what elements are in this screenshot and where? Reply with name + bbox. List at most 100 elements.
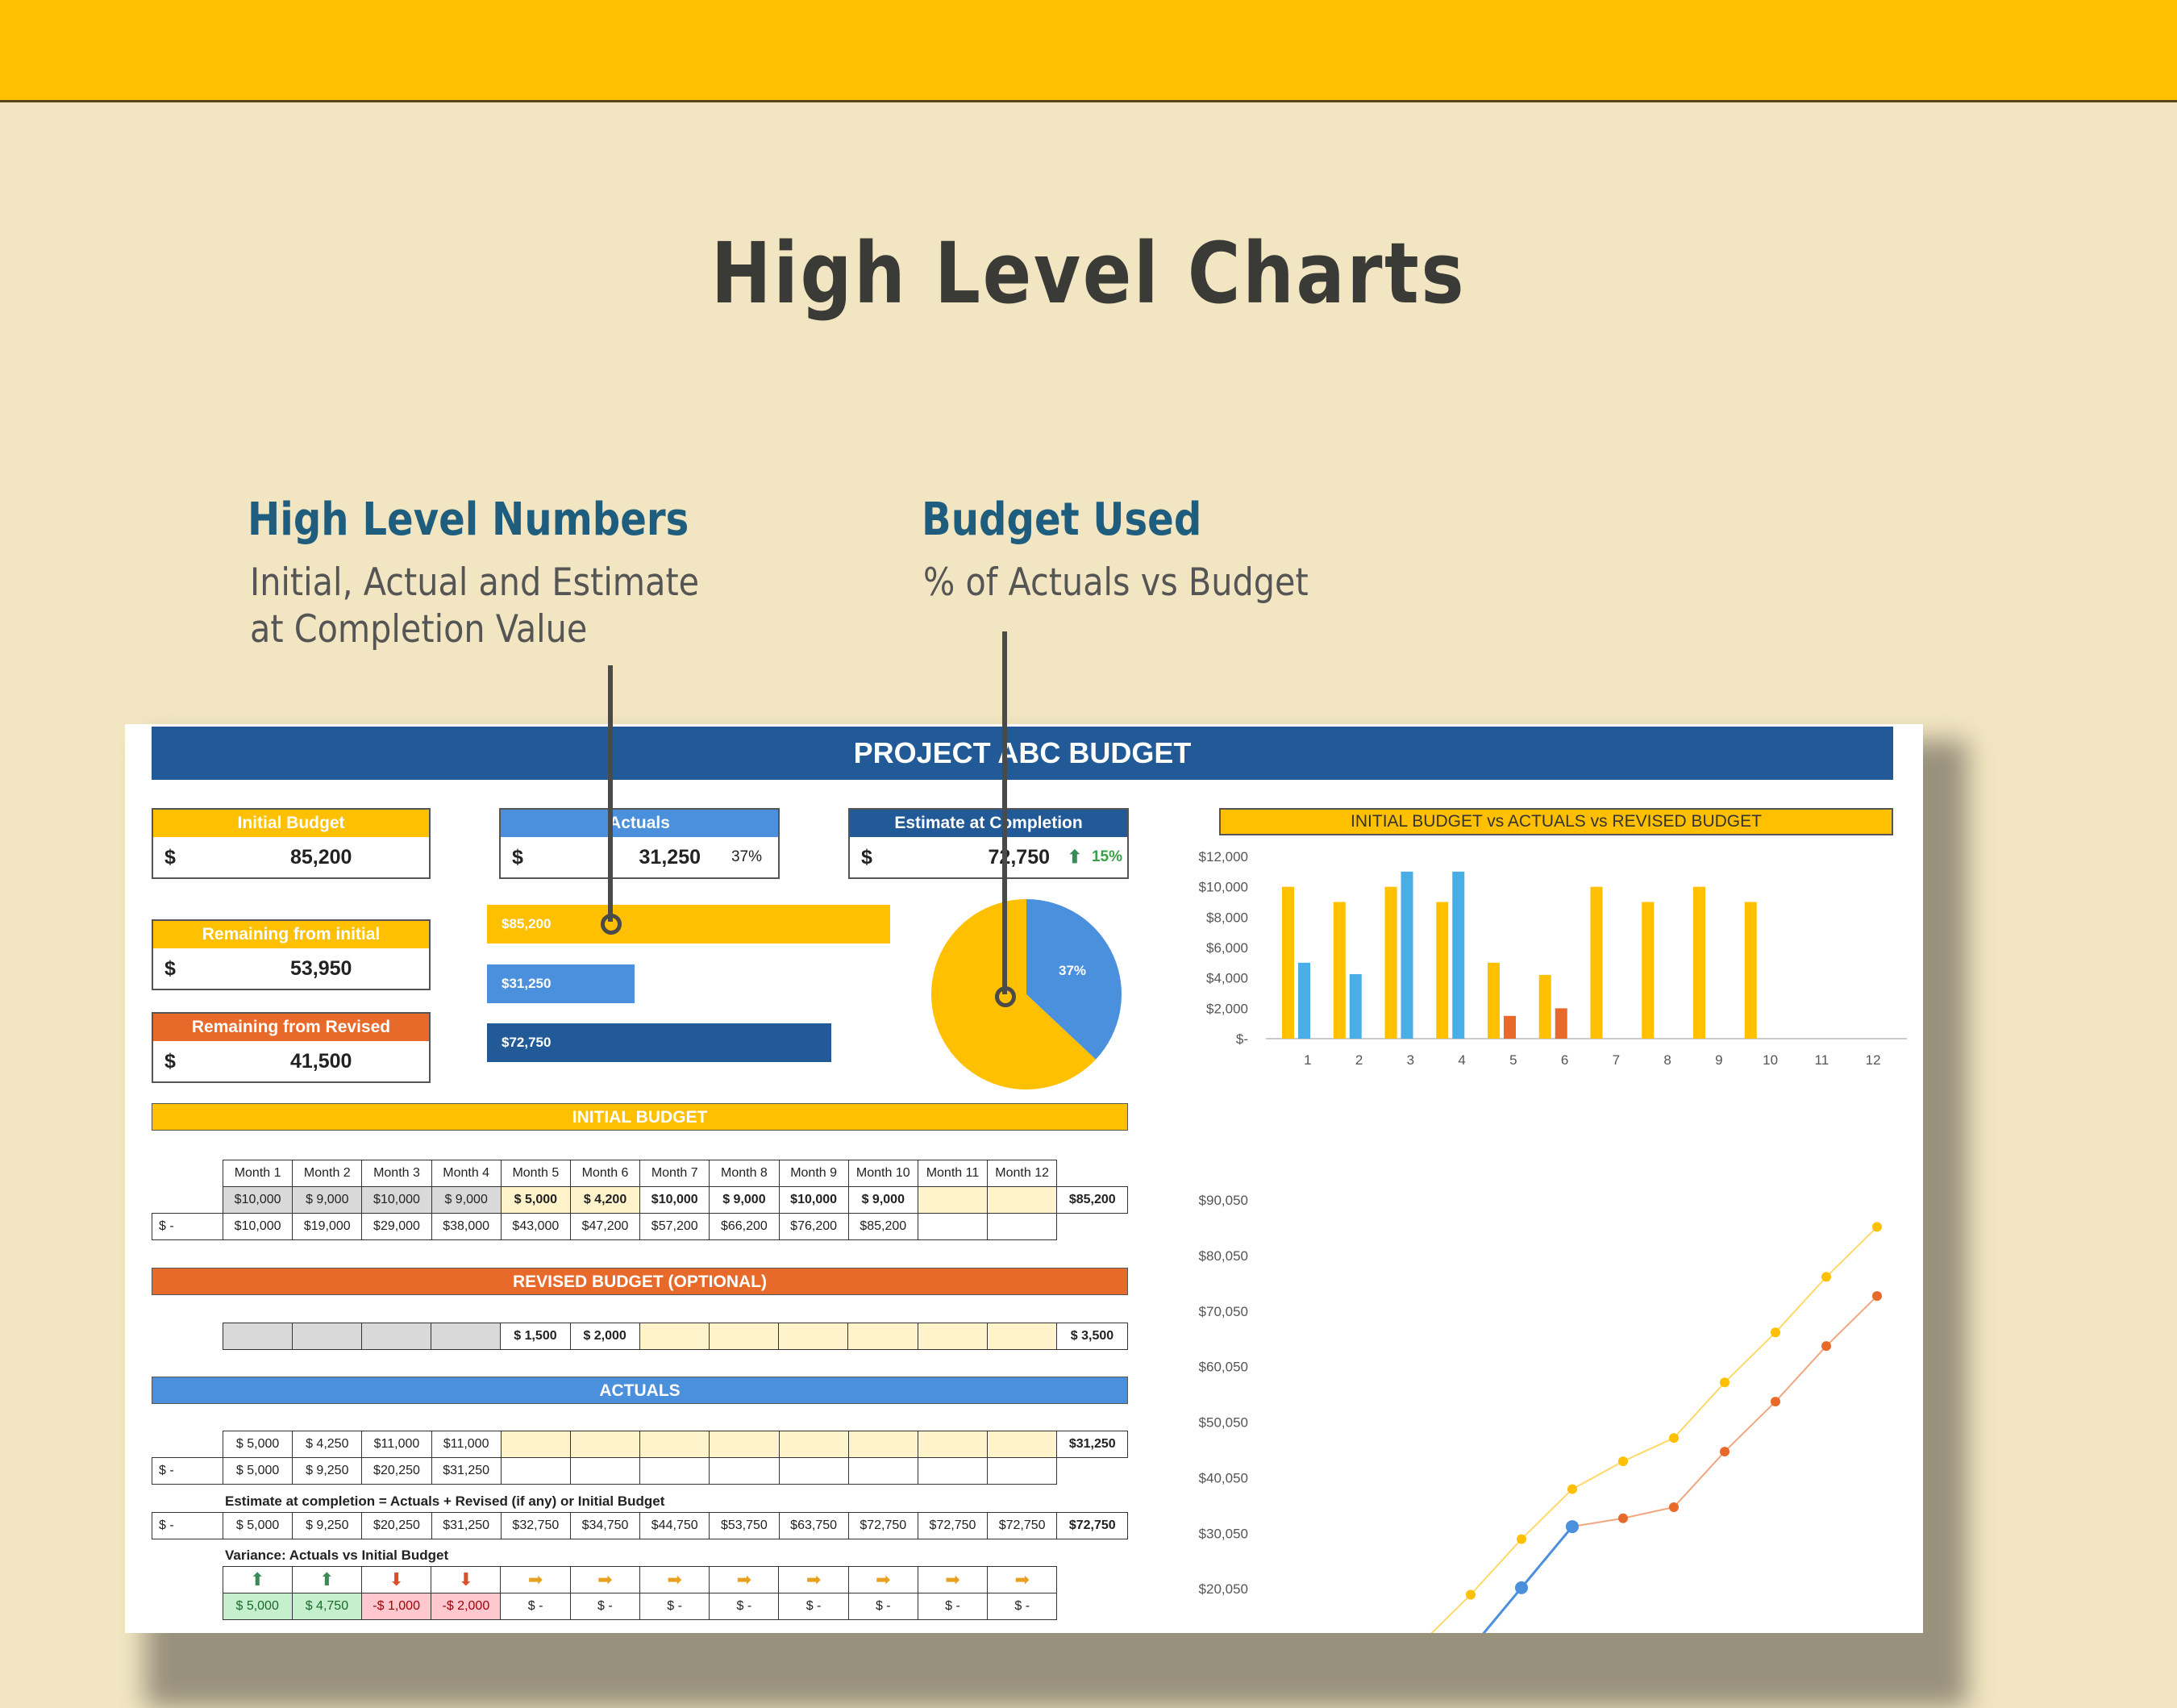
data-point bbox=[1618, 1513, 1628, 1523]
table-row: $ - $ 5,000 $ 9,250 $20,250 $31,250 $32,750 $3… bbox=[152, 1512, 1129, 1539]
y-tick-label: $10,000 bbox=[1199, 880, 1248, 895]
series-line bbox=[1482, 1526, 1574, 1633]
initial-budget-table: Month 1 Month 2 Month 3 Month 4 Month 5 Month… bbox=[152, 1160, 1129, 1240]
table-cell bbox=[917, 1186, 989, 1214]
table-cell: $32,750 bbox=[500, 1512, 571, 1539]
row-label: $ - bbox=[152, 1457, 223, 1485]
initial-budget-card: Initial Budget $85,200 bbox=[152, 808, 431, 879]
month-header: Month 9 bbox=[778, 1160, 849, 1187]
table-cell: $38,000 bbox=[431, 1213, 502, 1240]
bar bbox=[1282, 886, 1294, 1039]
table-cell: $ - bbox=[987, 1593, 1058, 1620]
table-cell bbox=[500, 1457, 571, 1485]
row-total: $31,250 bbox=[1056, 1431, 1129, 1458]
table-cell bbox=[778, 1323, 849, 1350]
y-tick-label: $40,050 bbox=[1199, 1470, 1248, 1485]
card-label: Initial Budget bbox=[153, 810, 429, 837]
x-tick-label: 8 bbox=[1663, 1052, 1671, 1068]
x-tick-label: 11 bbox=[1815, 1052, 1829, 1068]
month-header: Month 11 bbox=[917, 1160, 989, 1187]
spreadsheet-dashboard: PROJECT ABC BUDGET Initial Budget $85,20… bbox=[125, 724, 1923, 1633]
row-label bbox=[152, 1431, 223, 1458]
currency-symbol: $ bbox=[861, 846, 872, 869]
card-value: 72,750 bbox=[988, 846, 1050, 869]
table-cell bbox=[987, 1431, 1058, 1458]
card-label: Remaining from initial bbox=[153, 921, 429, 948]
y-tick-label: $- bbox=[1236, 1031, 1248, 1047]
card-label: Remaining from Revised bbox=[153, 1014, 429, 1041]
right-arrow-icon: ➡ bbox=[736, 1569, 752, 1589]
table-cell: $ 9,000 bbox=[431, 1186, 502, 1214]
variance-cell: ➡ bbox=[778, 1566, 849, 1593]
bar-chart-title: INITIAL BUDGET vs ACTUALS vs REVISED BUD… bbox=[1219, 808, 1893, 835]
callout-leader-dot bbox=[601, 914, 622, 935]
up-arrow-icon: ⬆ bbox=[249, 1569, 265, 1589]
table-cell: $ 9,250 bbox=[292, 1457, 363, 1485]
variance-table: ⬆ ⬆ ⬇ ⬇ ➡ ➡ ➡ ➡ ➡ ➡ ➡ ➡ $ 5,000 $ 4,750 -$ 1,000 -$ 2,0… bbox=[152, 1566, 1128, 1620]
x-tick-label: 1 bbox=[1304, 1052, 1311, 1068]
currency-symbol: $ bbox=[512, 846, 523, 869]
data-point bbox=[1618, 1456, 1628, 1467]
table-cell: -$ 2,000 bbox=[431, 1593, 502, 1620]
comparison-bar: $72,750 bbox=[487, 1023, 831, 1062]
empty-cell bbox=[1057, 1567, 1128, 1593]
revised-budget-band: REVISED BUDGET (OPTIONAL) bbox=[152, 1268, 1128, 1295]
y-tick-label: $8,000 bbox=[1206, 910, 1248, 925]
table-cell: $11,000 bbox=[361, 1431, 432, 1458]
table-cell bbox=[778, 1431, 849, 1458]
table-row: $ - $10,000 $19,000 $29,000 $38,000 $43,000 $4… bbox=[152, 1213, 1128, 1240]
table-cell bbox=[847, 1457, 918, 1485]
month-header: Month 4 bbox=[431, 1160, 502, 1187]
table-cell: $ - bbox=[500, 1593, 571, 1620]
bar bbox=[1538, 974, 1551, 1039]
data-point bbox=[1567, 1484, 1577, 1494]
table-cell: $ 2,000 bbox=[569, 1323, 640, 1350]
currency-symbol: $ bbox=[164, 1050, 176, 1073]
y-tick-label: $70,050 bbox=[1199, 1304, 1248, 1319]
table-cell: $10,000 bbox=[222, 1213, 293, 1240]
callout-budget-used-heading: Budget Used bbox=[922, 494, 1202, 546]
up-arrow-icon: ⬆ bbox=[1067, 847, 1082, 867]
table-cell: $ 5,000 bbox=[500, 1186, 571, 1214]
card-percent: 37% bbox=[731, 848, 762, 865]
y-tick-label: $12,000 bbox=[1199, 849, 1248, 864]
variance-arrow-row: ⬆ ⬆ ⬇ ⬇ ➡ ➡ ➡ ➡ ➡ ➡ ➡ ➡ bbox=[152, 1566, 1128, 1593]
x-tick-label: 3 bbox=[1407, 1052, 1414, 1068]
data-point bbox=[1821, 1341, 1831, 1352]
currency-symbol: $ bbox=[164, 846, 176, 869]
row-total: $85,200 bbox=[1056, 1186, 1129, 1214]
table-cell: $44,750 bbox=[639, 1512, 710, 1539]
x-tick-label: 12 bbox=[1866, 1052, 1881, 1068]
eac-note: Estimate at completion = Actuals + Revis… bbox=[225, 1493, 665, 1509]
month-header: Month 2 bbox=[292, 1160, 363, 1187]
y-tick-label: $60,050 bbox=[1199, 1360, 1248, 1375]
y-tick-label: $90,050 bbox=[1199, 1193, 1248, 1208]
table-cell: $ 5,000 bbox=[222, 1512, 293, 1539]
table-cell: $20,250 bbox=[361, 1457, 432, 1485]
x-tick-label: 5 bbox=[1509, 1052, 1517, 1068]
x-tick-label: 10 bbox=[1763, 1052, 1778, 1068]
up-arrow-icon: ⬆ bbox=[319, 1569, 335, 1589]
table-cell: $ 9,250 bbox=[292, 1512, 363, 1539]
table-cell: $10,000 bbox=[639, 1186, 710, 1214]
table-cell: $19,000 bbox=[292, 1213, 363, 1240]
variance-cell: ⬆ bbox=[222, 1566, 293, 1593]
row-total bbox=[1057, 1214, 1128, 1240]
monthly-bar-chart: $- $2,000 $4,000 $6,000 $8,000 $10,000 $12,000… bbox=[1199, 849, 1907, 1068]
table-cell bbox=[917, 1457, 989, 1485]
table-cell: $10,000 bbox=[222, 1186, 293, 1214]
series-line bbox=[1483, 1295, 1878, 1633]
table-cell: $ 4,250 bbox=[292, 1431, 363, 1458]
empty-cell bbox=[152, 1160, 223, 1187]
callout-leader-dot bbox=[995, 986, 1016, 1007]
table-row: $ 5,000 $ 4,250 $11,000 $11,000 $31,250 bbox=[152, 1431, 1129, 1458]
month-header: Month 10 bbox=[847, 1160, 918, 1187]
data-point bbox=[1515, 1581, 1528, 1594]
row-total: $ 3,500 bbox=[1055, 1323, 1129, 1350]
y-tick-label: $30,050 bbox=[1199, 1526, 1248, 1541]
month-header: Month 1 bbox=[222, 1160, 293, 1187]
right-arrow-icon: ➡ bbox=[945, 1569, 960, 1589]
month-header: Month 6 bbox=[569, 1160, 641, 1187]
table-cell bbox=[917, 1323, 988, 1350]
table-cell: $ 9,000 bbox=[847, 1186, 918, 1214]
